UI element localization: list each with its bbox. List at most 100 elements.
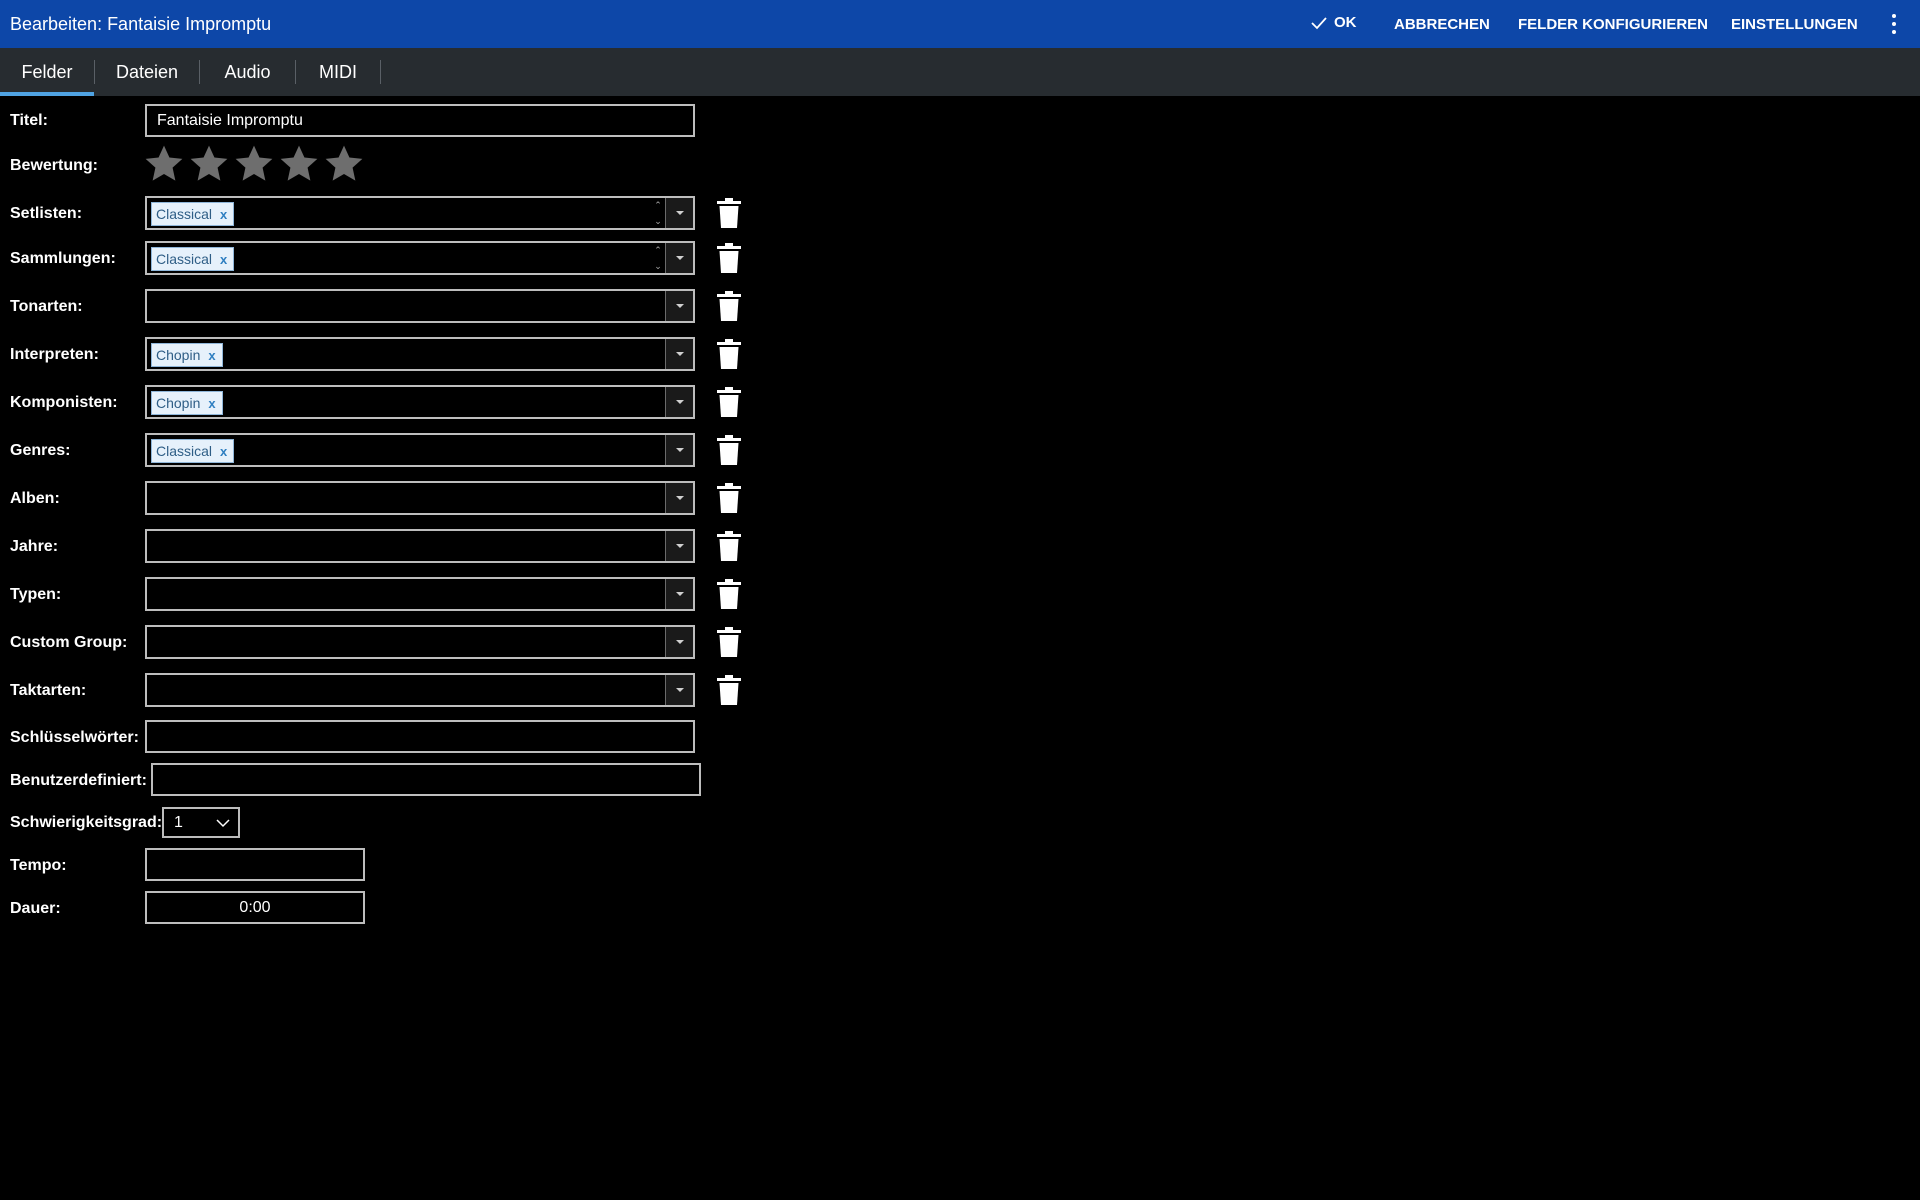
setlists-chip: Classical x (151, 202, 235, 226)
keywords-label: Schlüsselwörter: (10, 729, 139, 746)
title-input[interactable]: Fantaisie Impromptu (145, 104, 695, 137)
genres-combobox[interactable]: Classical x (145, 433, 695, 467)
composers-label: Komponisten: (10, 394, 118, 411)
time-signatures-label: Taktarten: (10, 682, 87, 699)
star-icon[interactable] (188, 143, 230, 185)
trash-icon[interactable] (717, 531, 741, 561)
dropdown-arrow-icon[interactable] (665, 198, 693, 228)
tab-felder[interactable]: Felder (0, 48, 94, 96)
years-label: Jahre: (10, 538, 59, 555)
keys-label: Tonarten: (10, 298, 83, 315)
difficulty-value: 1 (174, 813, 183, 831)
keywords-input[interactable] (145, 720, 695, 753)
scroll-up-icon[interactable]: ⌃ (654, 198, 662, 212)
cancel-button[interactable]: ABBRECHEN (1394, 16, 1490, 33)
rating-stars[interactable] (143, 143, 365, 185)
custom-input[interactable] (151, 763, 701, 796)
scroll-up-icon[interactable]: ⌃ (654, 243, 662, 257)
scroll-arrows[interactable]: ⌃ ⌄ (651, 243, 665, 273)
scroll-arrows[interactable]: ⌃ ⌄ (651, 198, 665, 228)
tab-dateien[interactable]: Dateien (95, 48, 199, 96)
tab-divider (380, 60, 381, 84)
chip-label: Classical (156, 206, 213, 222)
albums-label: Alben: (10, 490, 60, 507)
configure-fields-button[interactable]: FELDER KONFIGURIEREN (1518, 16, 1708, 33)
chip-remove-button[interactable]: x (220, 207, 227, 222)
trash-icon[interactable] (717, 579, 741, 609)
star-icon[interactable] (143, 143, 185, 185)
difficulty-label: Schwierigkeitsgrad: (10, 814, 163, 831)
trash-icon[interactable] (717, 291, 741, 321)
tempo-label: Tempo: (10, 857, 67, 874)
trash-icon[interactable] (717, 387, 741, 417)
trash-icon[interactable] (717, 435, 741, 465)
star-icon[interactable] (323, 143, 365, 185)
dropdown-arrow-icon[interactable] (665, 627, 693, 657)
tab-bar: Felder Dateien Audio MIDI (0, 48, 1920, 96)
dropdown-arrow-icon[interactable] (665, 483, 693, 513)
dropdown-arrow-icon[interactable] (665, 243, 693, 273)
setlists-label: Setlisten: (10, 205, 83, 222)
trash-icon[interactable] (717, 483, 741, 513)
checkmark-icon (1311, 16, 1327, 29)
performers-combobox[interactable]: Chopin x (145, 337, 695, 371)
window-title: Bearbeiten: Fantaisie Impromptu (10, 14, 272, 34)
dropdown-arrow-icon[interactable] (665, 675, 693, 705)
composers-combobox[interactable]: Chopin x (145, 385, 695, 419)
types-label: Typen: (10, 586, 62, 603)
chip-label: Chopin (156, 347, 201, 363)
title-bar: Bearbeiten: Fantaisie Impromptu OK ABBRE… (0, 0, 1920, 48)
scroll-down-icon[interactable]: ⌄ (654, 259, 662, 273)
difficulty-select[interactable]: 1 (162, 807, 240, 838)
tab-midi[interactable]: MIDI (296, 48, 380, 96)
albums-combobox[interactable] (145, 481, 695, 515)
collections-chip: Classical x (151, 247, 235, 271)
custom-label: Benutzerdefiniert: (10, 772, 147, 789)
dropdown-arrow-icon[interactable] (665, 579, 693, 609)
custom-group-combobox[interactable] (145, 625, 695, 659)
chevron-down-icon (216, 819, 230, 828)
dropdown-arrow-icon[interactable] (665, 387, 693, 417)
setlists-combobox[interactable]: Classical x ⌃ ⌄ (145, 196, 695, 230)
years-combobox[interactable] (145, 529, 695, 563)
chip-remove-button[interactable]: x (208, 348, 215, 363)
dropdown-arrow-icon[interactable] (665, 435, 693, 465)
scroll-down-icon[interactable]: ⌄ (654, 214, 662, 228)
types-combobox[interactable] (145, 577, 695, 611)
trash-icon[interactable] (717, 198, 741, 228)
dropdown-arrow-icon[interactable] (665, 291, 693, 321)
settings-button[interactable]: EINSTELLUNGEN (1731, 16, 1858, 33)
chip-remove-button[interactable]: x (220, 444, 227, 459)
chip-label: Classical (156, 251, 213, 267)
trash-icon[interactable] (717, 675, 741, 705)
ok-button-label: OK (1334, 14, 1357, 31)
dropdown-arrow-icon[interactable] (665, 531, 693, 561)
tab-audio[interactable]: Audio (200, 48, 295, 96)
custom-group-label: Custom Group: (10, 634, 128, 651)
dropdown-arrow-icon[interactable] (665, 339, 693, 369)
collections-combobox[interactable]: Classical x ⌃ ⌄ (145, 241, 695, 275)
rating-label: Bewertung: (10, 157, 98, 174)
duration-label: Dauer: (10, 900, 61, 917)
duration-input[interactable]: 0:00 (145, 891, 365, 924)
star-icon[interactable] (278, 143, 320, 185)
star-icon[interactable] (233, 143, 275, 185)
trash-icon[interactable] (717, 243, 741, 273)
performers-chip: Chopin x (151, 343, 223, 367)
collections-label: Sammlungen: (10, 250, 116, 267)
chip-remove-button[interactable]: x (220, 252, 227, 267)
keys-combobox[interactable] (145, 289, 695, 323)
performers-label: Interpreten: (10, 346, 99, 363)
trash-icon[interactable] (717, 339, 741, 369)
tempo-input[interactable] (145, 848, 365, 881)
chip-label: Classical (156, 443, 213, 459)
time-signatures-combobox[interactable] (145, 673, 695, 707)
composers-chip: Chopin x (151, 391, 223, 415)
chip-remove-button[interactable]: x (208, 396, 215, 411)
trash-icon[interactable] (717, 627, 741, 657)
genres-label: Genres: (10, 442, 71, 459)
genres-chip: Classical x (151, 439, 235, 463)
chip-label: Chopin (156, 395, 201, 411)
ok-button[interactable]: OK (1310, 14, 1357, 31)
more-options-icon[interactable] (1888, 12, 1900, 36)
